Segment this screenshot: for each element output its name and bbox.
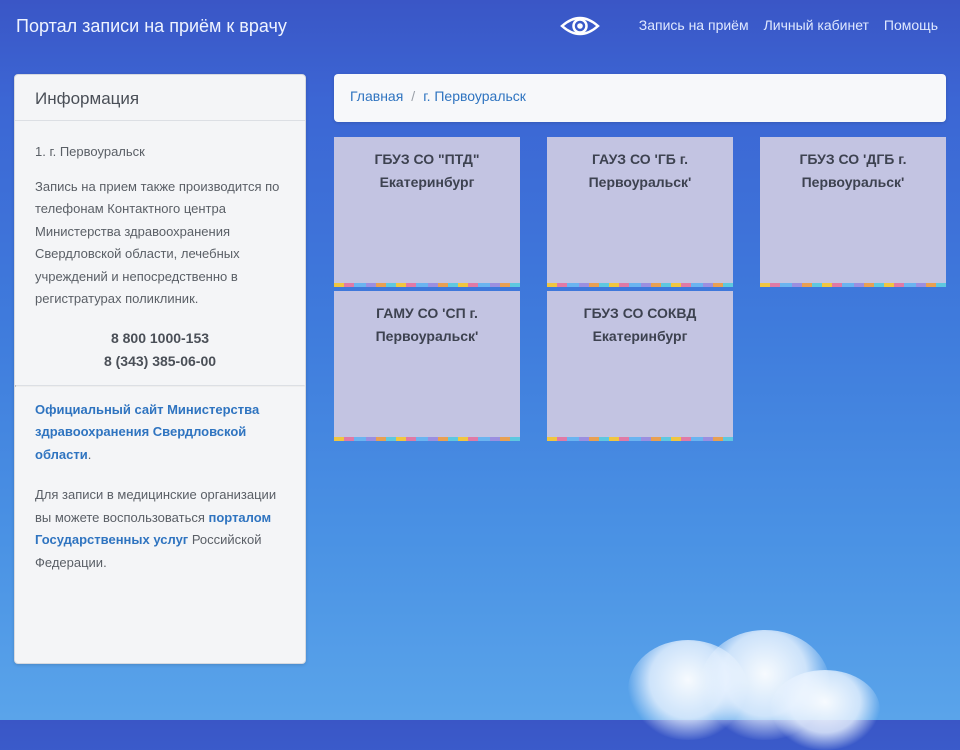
top-nav: Запись на приём Личный кабинет Помощь xyxy=(639,17,938,33)
org-card-city: Первоуральск' xyxy=(375,328,479,344)
phone-numbers: 8 800 1000-153 8 (343) 385-06-00 xyxy=(35,327,285,373)
info-sidebar: Информация 1. г. Первоуральск Запись на … xyxy=(14,74,306,664)
phone-number: 8 800 1000-153 xyxy=(110,329,210,346)
breadcrumb-home-link[interactable]: Главная xyxy=(350,88,403,104)
card-stripe xyxy=(334,437,520,441)
card-stripe xyxy=(547,283,733,287)
sidebar-info-section: 1. г. Первоуральск Запись на прием также… xyxy=(15,121,305,373)
org-card-name: ГАУЗ СО 'ГБ г. xyxy=(591,151,689,167)
org-card-sp[interactable]: ГАМУ СО 'СП г. Первоуральск' xyxy=(334,291,520,441)
org-card-city: Екатеринбург xyxy=(379,174,475,190)
site-title[interactable]: Портал записи на приём к врачу xyxy=(16,16,287,37)
org-card-name: ГБУЗ СО СОКВД xyxy=(583,305,697,321)
org-card-ptd[interactable]: ГБУЗ СО "ПТД" Екатеринбург xyxy=(334,137,520,287)
org-card-gb[interactable]: ГАУЗ СО 'ГБ г. Первоуральск' xyxy=(547,137,733,287)
official-site-link[interactable]: Официальный сайт Министерства здравоохра… xyxy=(35,402,259,462)
breadcrumb: Главная / г. Первоуральск xyxy=(334,74,946,122)
nav-account-link[interactable]: Личный кабинет xyxy=(764,17,869,33)
official-site-suffix: . xyxy=(87,446,92,462)
sidebar-title: Информация xyxy=(15,75,305,121)
gosuslugi-block: Для записи в медицинские организации вы … xyxy=(35,484,285,574)
sidebar-info-text: Запись на прием также производится по те… xyxy=(35,178,280,307)
phone-number: 8 (343) 385-06-00 xyxy=(103,352,217,369)
breadcrumb-current[interactable]: г. Первоуральск xyxy=(423,88,526,104)
org-card-city: Первоуральск' xyxy=(588,174,692,190)
card-stripe xyxy=(760,283,946,287)
org-card-city: Первоуральск' xyxy=(801,174,905,190)
top-bar: Портал записи на приём к врачу Запись на… xyxy=(0,0,960,54)
org-card-dgb[interactable]: ГБУЗ СО 'ДГБ г. Первоуральск' xyxy=(760,137,946,287)
background-cloud xyxy=(770,670,880,750)
card-stripe xyxy=(334,283,520,287)
nav-help-link[interactable]: Помощь xyxy=(884,17,938,33)
card-stripe xyxy=(547,437,733,441)
breadcrumb-separator: / xyxy=(411,88,416,104)
org-card-name: ГБУЗ СО 'ДГБ г. xyxy=(799,151,907,167)
org-card-city: Екатеринбург xyxy=(592,328,688,344)
official-site-block: Официальный сайт Министерства здравоохра… xyxy=(35,399,285,467)
org-card-sokvd[interactable]: ГБУЗ СО СОКВД Екатеринбург xyxy=(547,291,733,441)
eye-icon[interactable] xyxy=(560,12,600,40)
org-card-name: ГБУЗ СО "ПТД" xyxy=(374,151,480,167)
nav-appointment-link[interactable]: Запись на приём xyxy=(639,17,749,33)
sidebar-links-section: Официальный сайт Министерства здравоохра… xyxy=(15,387,305,575)
sidebar-city-item: 1. г. Первоуральск xyxy=(35,144,145,159)
org-card-name: ГАМУ СО 'СП г. xyxy=(376,305,478,321)
